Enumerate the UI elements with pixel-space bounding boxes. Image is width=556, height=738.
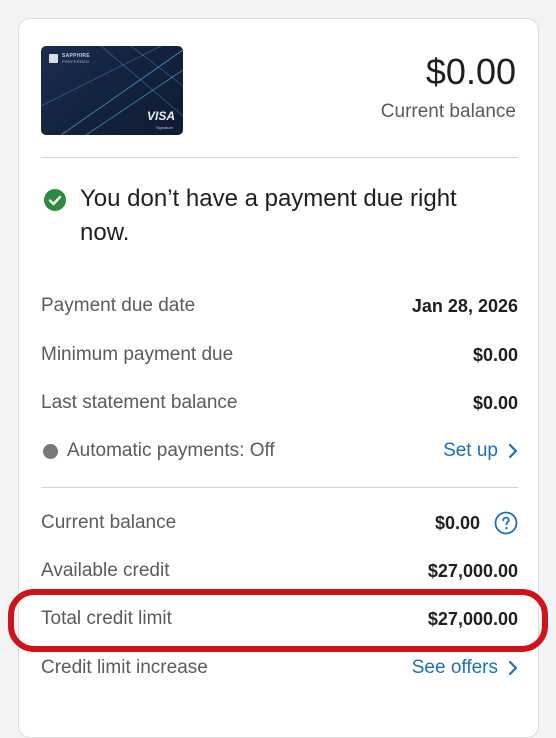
check-circle-icon	[44, 189, 66, 211]
see-offers-link-label: See offers	[411, 657, 498, 678]
last-statement-value: $0.00	[472, 393, 518, 413]
autopay-setup-link-label: Set up	[443, 440, 498, 461]
total-credit-limit-value: $27,000.00	[427, 609, 518, 629]
credit-limit-increase-label: Credit limit increase	[41, 657, 208, 678]
minimum-payment-value: $0.00	[472, 345, 518, 365]
bank-logo-icon	[49, 54, 58, 63]
help-icon[interactable]	[494, 511, 518, 535]
payment-due-date-value: Jan 28, 2026	[411, 296, 518, 316]
autopay-label: Automatic payments: Off	[67, 440, 275, 461]
minimum-payment-row: Minimum payment due $0.00	[41, 340, 518, 370]
current-balance-row: Current balance $0.00	[41, 508, 518, 538]
card-network-logo: VISA	[146, 109, 175, 123]
payment-status-message: You don’t have a payment due right now.	[80, 185, 457, 246]
current-balance-amount: $0.00	[425, 51, 516, 92]
see-offers-link[interactable]: See offers	[412, 653, 518, 683]
autopay-status-dot-icon	[43, 444, 58, 459]
payment-due-date-label: Payment due date	[41, 295, 196, 316]
chevron-right-icon	[508, 443, 518, 459]
account-card: SAPPHIRE PREFERRED VISA Signature $0.00 …	[18, 18, 539, 738]
chevron-right-icon	[508, 660, 518, 676]
current-balance-label: Current balance	[380, 101, 516, 122]
total-credit-limit-row: Total credit limit $27,000.00	[41, 604, 518, 634]
total-credit-limit-label: Total credit limit	[41, 608, 172, 629]
credit-card-image: SAPPHIRE PREFERRED VISA Signature	[41, 46, 183, 135]
available-credit-label: Available credit	[41, 560, 170, 581]
available-credit-value: $27,000.00	[427, 561, 518, 581]
card-tier: Signature	[155, 125, 173, 130]
divider	[41, 157, 518, 158]
autopay-setup-link[interactable]: Set up	[443, 436, 518, 466]
minimum-payment-label: Minimum payment due	[41, 344, 234, 365]
available-credit-row: Available credit $27,000.00	[41, 556, 518, 586]
divider	[41, 487, 518, 488]
card-brand-line2: PREFERRED	[62, 59, 90, 64]
payment-due-date-row: Payment due date Jan 28, 2026	[41, 291, 518, 321]
autopay-row: Automatic payments: Off Set up	[41, 436, 518, 466]
last-statement-row: Last statement balance $0.00	[41, 388, 518, 418]
last-statement-label: Last statement balance	[41, 392, 238, 413]
current-balance-row-label: Current balance	[41, 512, 177, 533]
credit-limit-increase-row: Credit limit increase See offers	[41, 653, 518, 683]
current-balance-row-value: $0.00	[434, 513, 480, 533]
